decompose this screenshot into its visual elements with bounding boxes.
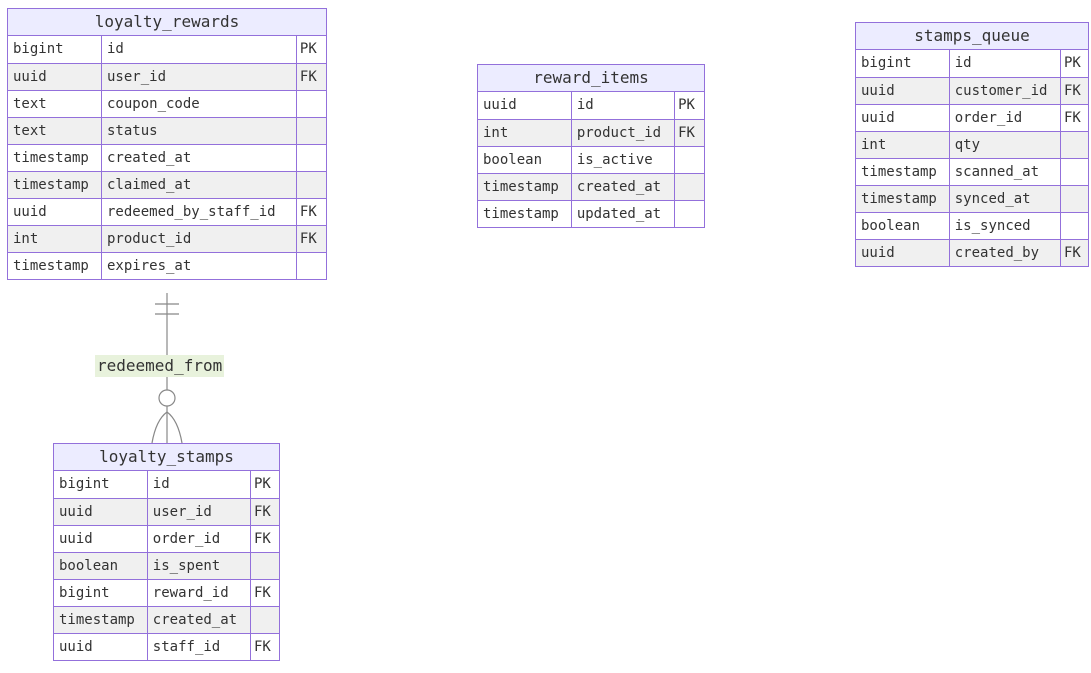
zero-marker-circle — [158, 389, 176, 407]
relationship-connector — [151, 293, 183, 444]
relationship-label: redeemed_from — [95, 355, 225, 377]
